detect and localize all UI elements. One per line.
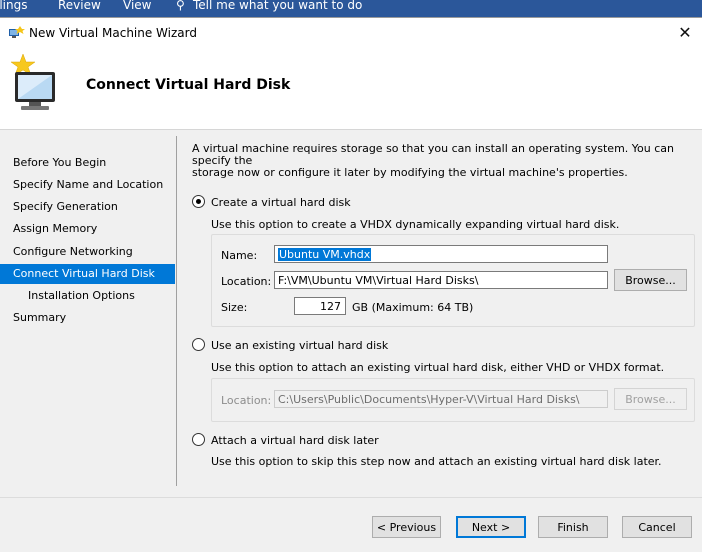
- cancel-button[interactable]: Cancel: [622, 516, 692, 538]
- finish-button[interactable]: Finish: [538, 516, 608, 538]
- intro-text: A virtual machine requires storage so th…: [192, 143, 690, 179]
- background-ribbon: ilings Review View ⚲ Tell me what you wa…: [0, 0, 702, 17]
- wizard-content: A virtual machine requires storage so th…: [192, 130, 695, 497]
- nav-divider: [176, 136, 177, 486]
- nav-item-label: Connect Virtual Hard Disk: [13, 267, 155, 280]
- nav-item-label: Specify Generation: [13, 200, 118, 213]
- existing-vhd-description: Use this option to attach an existing vi…: [211, 361, 665, 374]
- hyperv-app-icon: [9, 26, 25, 38]
- next-button[interactable]: Next >: [456, 516, 526, 538]
- finish-button-label: Finish: [557, 521, 589, 534]
- existing-vhd-group: Location: C:\Users\Public\Documents\Hype…: [211, 378, 695, 422]
- previous-button-label: < Previous: [376, 521, 437, 534]
- nav-item-name-location[interactable]: Specify Name and Location: [0, 175, 175, 195]
- new-vm-wizard-dialog: New Virtual Machine Wizard ✕ Connect Vir…: [0, 17, 702, 552]
- existing-location-input: C:\Users\Public\Documents\Hyper-V\Virtua…: [274, 390, 608, 408]
- window-title: New Virtual Machine Wizard: [29, 26, 197, 40]
- create-vhd-label: Create a virtual hard disk: [211, 196, 351, 209]
- next-button-label: Next >: [471, 521, 511, 534]
- intro-line-2: storage now or configure it later by mod…: [192, 166, 628, 179]
- nav-item-generation[interactable]: Specify Generation: [0, 197, 175, 217]
- wizard-body: Before You Begin Specify Name and Locati…: [0, 130, 702, 497]
- previous-button[interactable]: < Previous: [372, 516, 441, 538]
- ribbon-tab-view[interactable]: View: [123, 0, 151, 12]
- attach-later-label: Attach a virtual hard disk later: [211, 434, 379, 447]
- ribbon-tab-review[interactable]: Review: [58, 0, 101, 12]
- intro-line-1: A virtual machine requires storage so th…: [192, 142, 675, 167]
- attach-later-description: Use this option to skip this step now an…: [211, 455, 662, 468]
- vhd-location-label: Location:: [221, 275, 272, 288]
- new-vm-monitor-icon: [10, 53, 55, 110]
- vhd-size-value: 127: [320, 300, 341, 313]
- wizard-header: Connect Virtual Hard Disk: [0, 48, 702, 130]
- create-vhd-radio[interactable]: [192, 195, 205, 208]
- browse-button-label: Browse...: [625, 274, 676, 287]
- nav-item-installation-options[interactable]: Installation Options: [0, 286, 175, 306]
- vhd-name-input[interactable]: Ubuntu VM.vhdx: [274, 245, 608, 263]
- lightbulb-icon: ⚲: [176, 0, 185, 12]
- existing-location-value: C:\Users\Public\Documents\Hyper-V\Virtua…: [278, 393, 580, 406]
- existing-location-label: Location:: [221, 394, 272, 407]
- title-bar: New Virtual Machine Wizard ✕: [0, 18, 702, 48]
- existing-vhd-radio[interactable]: [192, 338, 205, 351]
- vhd-location-input[interactable]: F:\VM\Ubuntu VM\Virtual Hard Disks\: [274, 271, 608, 289]
- create-vhd-description: Use this option to create a VHDX dynamic…: [211, 218, 620, 231]
- attach-later-radio[interactable]: [192, 433, 205, 446]
- create-vhd-option[interactable]: Create a virtual hard disk: [192, 195, 351, 211]
- existing-vhd-label: Use an existing virtual hard disk: [211, 339, 389, 352]
- nav-item-memory[interactable]: Assign Memory: [0, 219, 175, 239]
- nav-item-connect-vhd[interactable]: Connect Virtual Hard Disk: [0, 264, 175, 284]
- vhd-name-label: Name:: [221, 249, 258, 262]
- ribbon-tab-mailings[interactable]: ilings: [0, 0, 27, 12]
- vhd-location-value: F:\VM\Ubuntu VM\Virtual Hard Disks\: [278, 274, 479, 287]
- vhd-size-unit: GB (Maximum: 64 TB): [352, 301, 474, 314]
- wizard-step-nav: Before You Begin Specify Name and Locati…: [0, 130, 175, 497]
- wizard-footer: < Previous Next > Finish Cancel: [0, 498, 702, 552]
- nav-item-label: Configure Networking: [13, 245, 133, 258]
- existing-vhd-option[interactable]: Use an existing virtual hard disk: [192, 338, 388, 354]
- vhd-name-value: Ubuntu VM.vhdx: [278, 248, 372, 261]
- vhd-size-input[interactable]: 127: [294, 297, 346, 315]
- vhd-size-label: Size:: [221, 301, 248, 314]
- nav-item-label: Assign Memory: [13, 222, 98, 235]
- nav-item-label: Before You Begin: [13, 156, 107, 169]
- close-icon: ✕: [678, 23, 692, 42]
- browse-button-label: Browse...: [625, 393, 676, 406]
- close-button[interactable]: ✕: [668, 18, 702, 48]
- page-title: Connect Virtual Hard Disk: [86, 77, 291, 93]
- nav-item-networking[interactable]: Configure Networking: [0, 242, 175, 262]
- create-vhd-group: Name: Ubuntu VM.vhdx Location: F:\VM\Ubu…: [211, 234, 695, 327]
- vhd-browse-button[interactable]: Browse...: [614, 269, 687, 291]
- nav-item-label: Specify Name and Location: [13, 178, 164, 191]
- nav-item-label: Installation Options: [28, 289, 135, 302]
- nav-item-label: Summary: [13, 311, 67, 324]
- existing-browse-button: Browse...: [614, 388, 687, 410]
- tell-me-search[interactable]: Tell me what you want to do: [193, 0, 362, 12]
- attach-later-option[interactable]: Attach a virtual hard disk later: [192, 433, 379, 449]
- cancel-button-label: Cancel: [638, 521, 676, 534]
- nav-item-summary[interactable]: Summary: [0, 308, 175, 328]
- nav-item-before-you-begin[interactable]: Before You Begin: [0, 153, 175, 173]
